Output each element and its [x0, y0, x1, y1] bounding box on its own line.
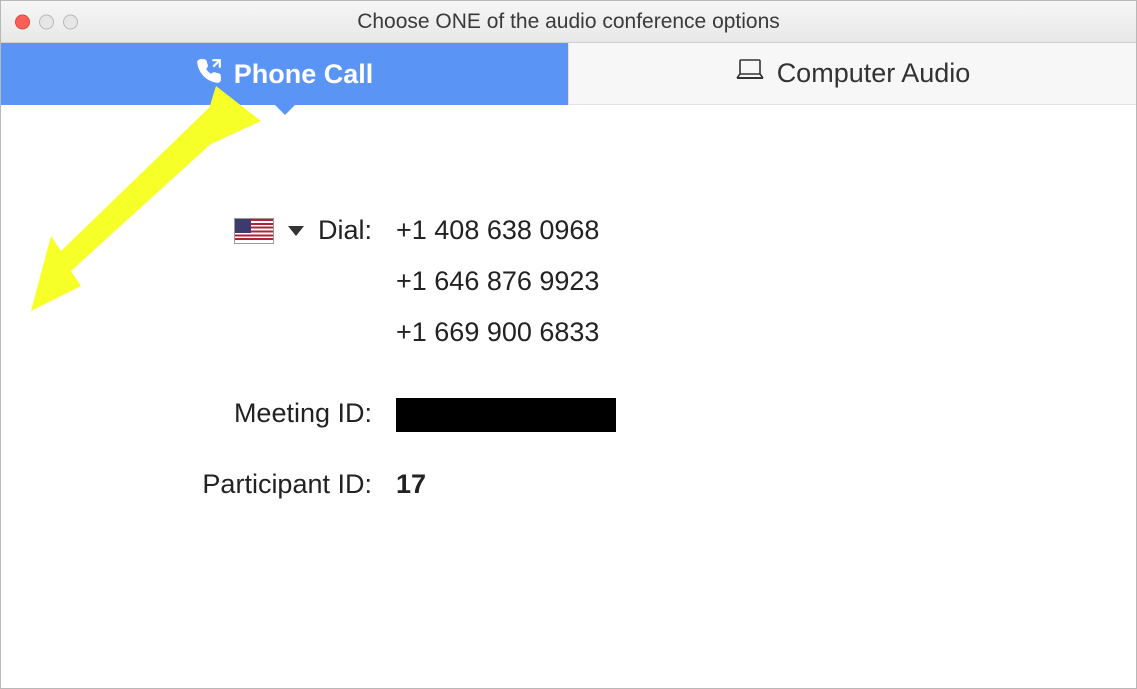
meeting-id-label: Meeting ID: [1, 398, 396, 429]
dial-label-group: Dial: [1, 215, 396, 246]
dial-row: Dial: +1 408 638 0968 +1 646 876 9923 +1… [1, 215, 1136, 368]
dial-label: Dial: [318, 215, 372, 246]
dial-number-1: +1 408 638 0968 [396, 215, 1136, 246]
dial-numbers: +1 408 638 0968 +1 646 876 9923 +1 669 9… [396, 215, 1136, 368]
active-tab-indicator [273, 103, 297, 115]
meeting-id-redacted [396, 398, 616, 432]
dial-number-2: +1 646 876 9923 [396, 266, 1136, 297]
dial-number-3: +1 669 900 6833 [396, 317, 1136, 348]
phone-icon [196, 58, 222, 91]
chevron-down-icon[interactable] [288, 226, 304, 236]
window-controls [15, 14, 78, 29]
window-title: Choose ONE of the audio conference optio… [357, 10, 780, 34]
phone-call-panel: Dial: +1 408 638 0968 +1 646 876 9923 +1… [1, 105, 1136, 500]
tab-computer-audio-label: Computer Audio [777, 58, 971, 89]
laptop-icon [735, 58, 765, 89]
participant-id-row: Participant ID: 17 [1, 469, 1136, 500]
participant-id-label: Participant ID: [1, 469, 396, 500]
flag-us-icon[interactable] [234, 218, 274, 244]
participant-id-value: 17 [396, 469, 1136, 500]
tab-computer-audio[interactable]: Computer Audio [568, 43, 1136, 105]
audio-option-tabs: Phone Call Computer Audio [1, 43, 1136, 105]
audio-conference-window: Choose ONE of the audio conference optio… [0, 0, 1137, 689]
tab-phone-call[interactable]: Phone Call [1, 43, 568, 105]
meeting-id-value [396, 398, 1136, 439]
maximize-button[interactable] [63, 14, 78, 29]
close-button[interactable] [15, 14, 30, 29]
minimize-button[interactable] [39, 14, 54, 29]
titlebar: Choose ONE of the audio conference optio… [1, 1, 1136, 43]
meeting-id-row: Meeting ID: [1, 398, 1136, 439]
tab-phone-call-label: Phone Call [234, 59, 374, 90]
